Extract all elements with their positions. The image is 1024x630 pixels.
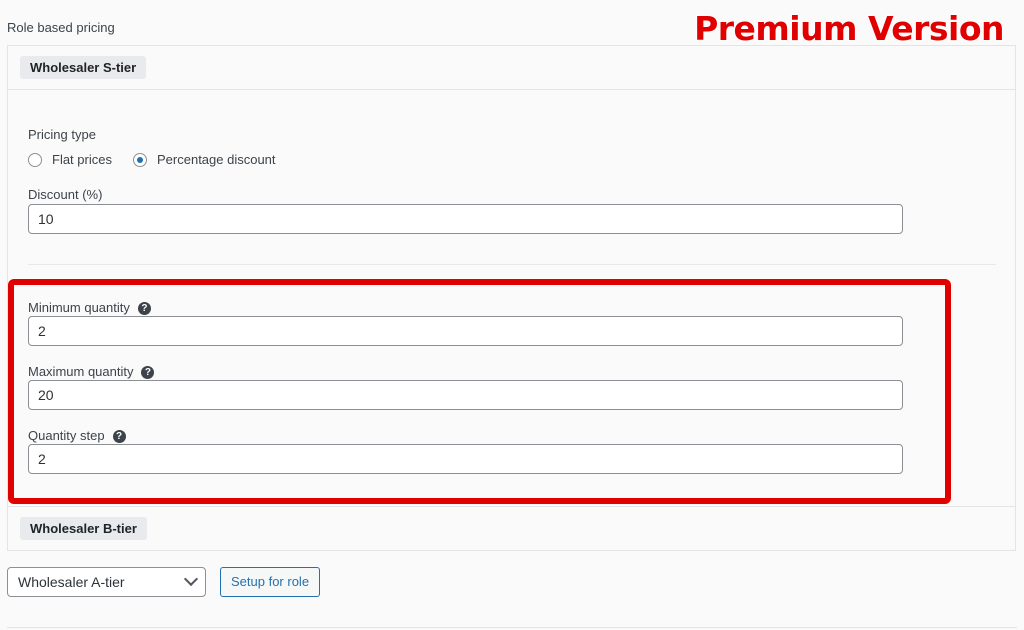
role-tag-b-tier[interactable]: Wholesaler B-tier <box>20 517 147 540</box>
radio-flat-prices[interactable]: Flat prices <box>28 151 112 169</box>
setup-for-role-button[interactable]: Setup for role <box>220 567 321 597</box>
premium-version-badge: Premium Version <box>694 9 1004 48</box>
section-title: Role based pricing <box>7 20 115 35</box>
discount-input[interactable] <box>28 204 903 234</box>
role-tag-s-tier[interactable]: Wholesaler S-tier <box>20 56 147 79</box>
bottom-divider <box>7 627 1017 628</box>
premium-highlight-box <box>8 279 951 504</box>
section-divider <box>28 264 996 265</box>
role-header-b-tier[interactable]: Wholesaler B-tier <box>8 506 1015 550</box>
radio-percentage-discount-circle[interactable] <box>133 152 147 167</box>
pricing-type-label: Pricing type <box>28 127 96 142</box>
chevron-down-icon <box>183 571 199 587</box>
radio-flat-prices-label: Flat prices <box>52 152 112 168</box>
radio-flat-prices-circle[interactable] <box>28 152 42 167</box>
radio-percentage-discount[interactable]: Percentage discount <box>133 151 276 169</box>
role-select-value: Wholesaler A-tier <box>18 574 125 590</box>
role-header-s-tier[interactable]: Wholesaler S-tier <box>8 46 1015 90</box>
discount-label: Discount (%) <box>28 187 103 202</box>
role-select[interactable]: Wholesaler A-tier <box>7 567 206 597</box>
radio-percentage-discount-label: Percentage discount <box>157 152 276 168</box>
